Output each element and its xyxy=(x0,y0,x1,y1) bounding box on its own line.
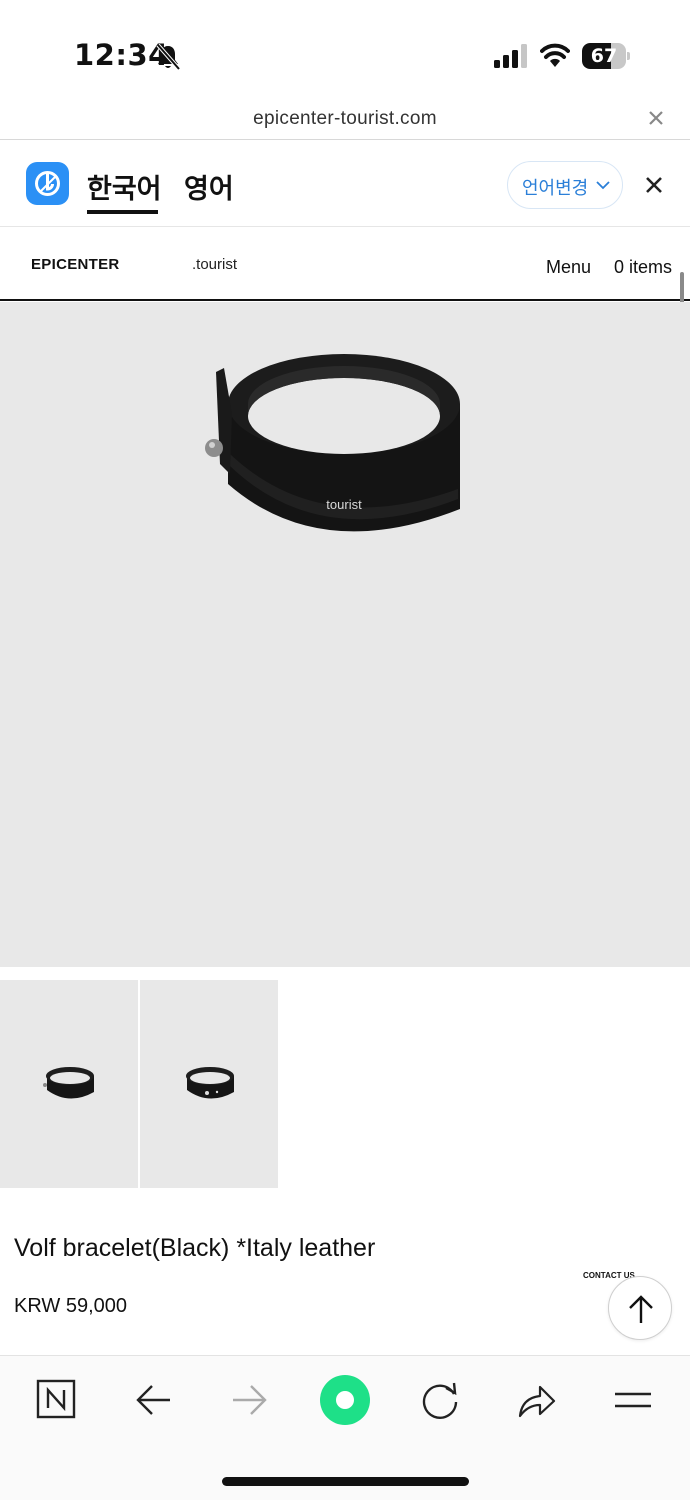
url-text[interactable]: epicenter-tourist.com xyxy=(0,108,690,130)
change-language-button[interactable]: 언어변경 xyxy=(507,161,623,209)
menu-button[interactable] xyxy=(603,1374,663,1426)
menu-link[interactable]: Menu xyxy=(546,257,591,278)
thumbnail-strip xyxy=(0,980,278,1188)
close-translate-icon[interactable] xyxy=(645,176,663,194)
forward-arrow-icon xyxy=(233,1385,267,1415)
bracelet-thumb-icon xyxy=(43,1067,94,1099)
share-button[interactable] xyxy=(506,1374,566,1426)
browser-toolbar xyxy=(0,1355,690,1500)
brand-logo[interactable]: EPICENTER xyxy=(31,256,120,273)
product-price: KRW 59,000 xyxy=(14,1295,128,1317)
active-tab-underline xyxy=(87,210,158,214)
brand-sub[interactable]: .tourist xyxy=(192,256,237,273)
reload-button[interactable] xyxy=(410,1374,470,1426)
thumbnail-front[interactable] xyxy=(0,980,138,1188)
status-bar: 12:34 67 xyxy=(0,0,690,100)
wifi-icon xyxy=(540,43,570,67)
back-button[interactable] xyxy=(124,1374,184,1426)
hamburger-menu-icon xyxy=(615,1392,651,1408)
cellular-signal-icon xyxy=(494,44,527,68)
papago-logo-icon xyxy=(26,162,69,205)
naver-home-button[interactable] xyxy=(26,1374,86,1426)
reload-icon xyxy=(422,1382,458,1419)
green-dot-home-icon xyxy=(320,1375,370,1425)
battery-level: 67 xyxy=(590,45,618,67)
forward-button[interactable] xyxy=(219,1374,279,1426)
bell-off-icon xyxy=(156,44,180,70)
arrow-up-icon xyxy=(629,1295,653,1323)
tab-korean[interactable]: 한국어 xyxy=(87,167,162,206)
share-icon xyxy=(518,1385,556,1418)
status-time: 12:34 xyxy=(74,38,169,72)
bracelet-thumb-icon xyxy=(186,1067,234,1099)
cart-link[interactable]: 0 items xyxy=(614,257,672,278)
back-arrow-icon xyxy=(136,1385,170,1415)
chevron-down-icon xyxy=(596,181,610,190)
thumbnail-back[interactable] xyxy=(140,980,278,1188)
bracelet-image: tourist xyxy=(205,354,460,532)
battery-icon: 67 xyxy=(582,43,630,69)
tab-english[interactable]: 영어 xyxy=(184,167,234,206)
url-bar[interactable]: epicenter-tourist.com xyxy=(0,100,690,140)
green-dot-button[interactable] xyxy=(315,1374,375,1426)
product-title: Volf bracelet(Black) *Italy leather xyxy=(14,1234,376,1262)
home-indicator[interactable] xyxy=(222,1477,469,1486)
scroll-to-top-button[interactable] xyxy=(608,1276,672,1340)
translate-bar: 한국어 영어 언어변경 xyxy=(0,141,690,227)
site-header: EPICENTER .tourist Menu 0 items xyxy=(0,227,690,301)
bracelet-label: tourist xyxy=(326,497,362,512)
naver-n-icon xyxy=(36,1379,76,1419)
product-main-image[interactable]: tourist xyxy=(0,302,690,967)
change-language-label: 언어변경 xyxy=(522,178,589,199)
close-icon[interactable] xyxy=(648,110,664,126)
